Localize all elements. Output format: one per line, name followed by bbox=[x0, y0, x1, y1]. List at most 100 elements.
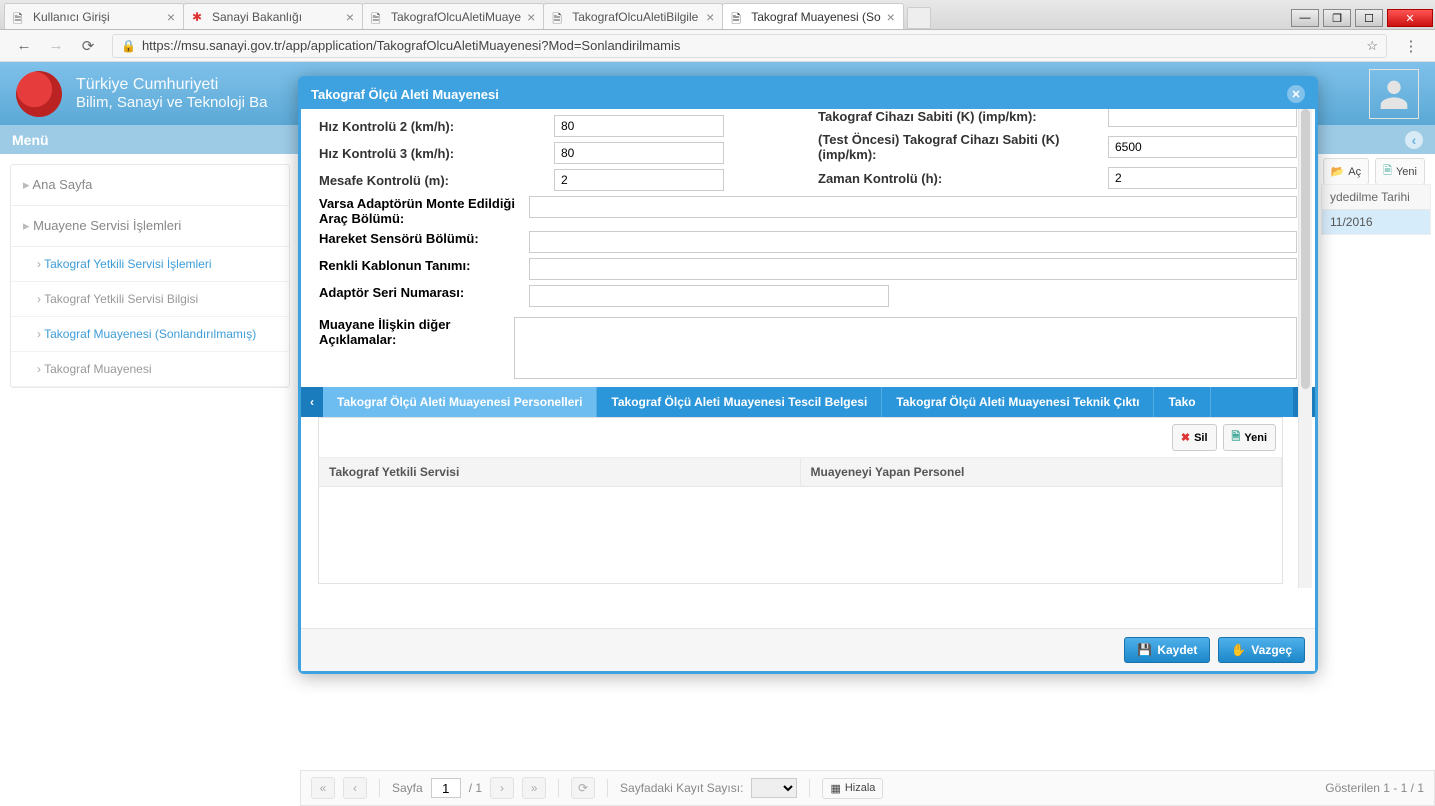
vazgec-button[interactable]: ✋Vazgeç bbox=[1218, 637, 1305, 663]
takograf-sabiti-k-input[interactable] bbox=[1108, 109, 1297, 127]
forward-button[interactable]: → bbox=[44, 34, 68, 58]
form-area: Hız Kontrolü 2 (km/h): Hız Kontrolü 3 (k… bbox=[319, 115, 1297, 196]
field-label: Hız Kontrolü 2 (km/h): bbox=[319, 119, 554, 134]
tab-tescil-belgesi[interactable]: Takograf Ölçü Aleti Muayenesi Tescil Bel… bbox=[597, 387, 882, 417]
address-bar: ← → ⟳ 🔒 https://msu.sanayi.gov.tr/app/ap… bbox=[0, 30, 1435, 62]
close-icon[interactable]: × bbox=[527, 9, 535, 25]
paging-status: Gösterilen 1 - 1 / 1 bbox=[1325, 781, 1424, 795]
sidebar-sub-item[interactable]: Takograf Yetkili Servisi Bilgisi bbox=[11, 282, 289, 317]
tabs-scroll-left[interactable]: ‹ bbox=[301, 387, 323, 417]
field-label: Adaptör Seri Numarası: bbox=[319, 285, 529, 307]
sidebar-sub-label: Takograf Yetkili Servisi İşlemleri bbox=[44, 257, 211, 271]
field-label: Takograf Cihazı Sabiti (K) (imp/km): bbox=[818, 109, 1108, 124]
new-button[interactable]: 🗎Yeni bbox=[1375, 158, 1425, 185]
cancel-icon: ✋ bbox=[1231, 643, 1246, 657]
close-window-button[interactable]: ✕ bbox=[1387, 9, 1433, 27]
close-icon[interactable]: × bbox=[167, 9, 175, 25]
refresh-button[interactable]: ⟳ bbox=[571, 777, 595, 799]
maximize-button[interactable]: ☐ bbox=[1355, 9, 1383, 27]
page-label: Sayfa bbox=[392, 781, 423, 795]
browser-tab[interactable]: 🗎TakografOlcuAletiBilgile× bbox=[543, 3, 723, 29]
hizala-button[interactable]: ▦Hizala bbox=[822, 778, 883, 799]
kaydet-button[interactable]: 💾Kaydet bbox=[1124, 637, 1210, 663]
modal-footer: 💾Kaydet ✋Vazgeç bbox=[301, 628, 1315, 671]
browser-tab[interactable]: ✱ Sanayi Bakanlığı × bbox=[183, 3, 363, 29]
modal-header[interactable]: Takograf Ölçü Aleti Muayenesi ✕ bbox=[301, 79, 1315, 109]
window-controls: ― ❐ ☐ ✕ bbox=[1289, 7, 1435, 29]
right-column: Takograf Cihazı Sabiti (K) (imp/km): (Te… bbox=[818, 115, 1297, 196]
minimize-button[interactable]: ― bbox=[1291, 9, 1319, 27]
scrollbar[interactable] bbox=[1298, 109, 1312, 588]
page-total: / 1 bbox=[469, 781, 482, 795]
paging-bar: « ‹ Sayfa / 1 › » ⟳ Sayfadaki Kayıt Sayı… bbox=[300, 770, 1435, 806]
grid-toolbar: ✖ Sil 🗎Yeni bbox=[319, 418, 1282, 458]
sil-label: Sil bbox=[1194, 432, 1207, 444]
tab-partial[interactable]: Tako bbox=[1154, 387, 1210, 417]
date-cell[interactable]: 11/2016 bbox=[1322, 210, 1430, 234]
grid: ✖ Sil 🗎Yeni Takograf Yetkili Servisi Muay… bbox=[318, 417, 1283, 584]
back-button[interactable]: ← bbox=[12, 34, 36, 58]
modal-close-button[interactable]: ✕ bbox=[1287, 85, 1305, 103]
browser-tab[interactable]: 🗎Kullanıcı Girişi× bbox=[4, 3, 184, 29]
reload-button[interactable]: ⟳ bbox=[76, 34, 100, 58]
adaptor-monte-input[interactable] bbox=[529, 196, 1297, 218]
page-input[interactable] bbox=[431, 778, 461, 798]
page-size-select[interactable] bbox=[751, 778, 797, 798]
page-icon: 🗎 bbox=[1383, 162, 1392, 181]
red-gear-icon: ✱ bbox=[192, 10, 206, 24]
separator bbox=[607, 779, 608, 797]
grid-col-personel[interactable]: Muayeneyi Yapan Personel bbox=[801, 458, 1283, 486]
tab-title: Sanayi Bakanlığı bbox=[212, 10, 340, 24]
sidebar: Ana Sayfa Muayene Servisi İşlemleri Tako… bbox=[0, 154, 300, 806]
x-icon: ✖ bbox=[1181, 431, 1190, 444]
close-icon[interactable]: × bbox=[706, 9, 714, 25]
scroll-thumb[interactable] bbox=[1301, 109, 1310, 389]
separator bbox=[558, 779, 559, 797]
restore-button[interactable]: ❐ bbox=[1323, 9, 1351, 27]
browser-tab[interactable]: 🗎TakografOlcuAletiMuaye× bbox=[362, 3, 544, 29]
field-label: (Test Öncesi) Takograf Cihazı Sabiti (K)… bbox=[818, 132, 1108, 162]
prev-page-button[interactable]: ‹ bbox=[343, 777, 367, 799]
hareket-sensoru-input[interactable] bbox=[529, 231, 1297, 253]
yeni-button[interactable]: 🗎Yeni bbox=[1223, 424, 1276, 451]
sidebar-item-muayene[interactable]: Muayene Servisi İşlemleri bbox=[11, 206, 289, 247]
sidebar-sub-item[interactable]: Takograf Muayenesi bbox=[11, 352, 289, 387]
adaptor-seri-input[interactable] bbox=[529, 285, 889, 307]
takograf-modal: Takograf Ölçü Aleti Muayenesi ✕ Hız Kont… bbox=[298, 76, 1318, 674]
page-icon: 🗎 bbox=[731, 10, 745, 24]
sidebar-item-home[interactable]: Ana Sayfa bbox=[11, 165, 289, 206]
last-page-button[interactable]: » bbox=[522, 777, 546, 799]
open-label: Aç bbox=[1348, 166, 1361, 178]
menu-button[interactable]: ⋮ bbox=[1399, 34, 1423, 58]
kaydet-label: Kaydet bbox=[1157, 643, 1197, 657]
tab-title: TakografOlcuAletiMuaye bbox=[391, 10, 521, 24]
muayene-aciklama-textarea[interactable] bbox=[514, 317, 1297, 379]
sidebar-item-label: Muayene Servisi İşlemleri bbox=[33, 218, 181, 233]
first-page-button[interactable]: « bbox=[311, 777, 335, 799]
tab-teknik-cikti[interactable]: Takograf Ölçü Aleti Muayenesi Teknik Çık… bbox=[882, 387, 1154, 417]
close-icon[interactable]: × bbox=[887, 9, 895, 25]
star-icon[interactable]: ☆ bbox=[1366, 38, 1378, 54]
tab-personelleri[interactable]: Takograf Ölçü Aleti Muayenesi Personelle… bbox=[323, 387, 597, 417]
test-oncesi-k-input[interactable] bbox=[1108, 136, 1297, 158]
avatar[interactable] bbox=[1369, 69, 1419, 119]
browser-tab[interactable]: 🗎Takograf Muayenesi (So× bbox=[722, 3, 904, 29]
zaman-kontrolu-input[interactable] bbox=[1108, 167, 1297, 189]
lock-icon: 🔒 bbox=[121, 39, 136, 53]
close-icon[interactable]: × bbox=[346, 9, 354, 25]
url-field[interactable]: 🔒 https://msu.sanayi.gov.tr/app/applicat… bbox=[112, 34, 1387, 58]
open-button[interactable]: 📂Aç bbox=[1323, 158, 1370, 185]
hiz-kontrolu-2-input[interactable] bbox=[554, 115, 724, 137]
renkli-kablo-input[interactable] bbox=[529, 258, 1297, 280]
sil-button[interactable]: ✖ Sil bbox=[1172, 424, 1217, 451]
next-page-button[interactable]: › bbox=[490, 777, 514, 799]
collapse-menu-button[interactable]: ‹ bbox=[1405, 131, 1423, 149]
sidebar-item-label: Ana Sayfa bbox=[32, 177, 92, 192]
grid-col-servis[interactable]: Takograf Yetkili Servisi bbox=[319, 458, 801, 486]
mesafe-kontrolu-input[interactable] bbox=[554, 169, 724, 191]
sidebar-sub-item[interactable]: Takograf Muayenesi (Sonlandırılmamış) bbox=[11, 317, 289, 352]
new-tab-button[interactable] bbox=[907, 7, 931, 29]
separator bbox=[379, 779, 380, 797]
hiz-kontrolu-3-input[interactable] bbox=[554, 142, 724, 164]
sidebar-sub-item[interactable]: Takograf Yetkili Servisi İşlemleri bbox=[11, 247, 289, 282]
